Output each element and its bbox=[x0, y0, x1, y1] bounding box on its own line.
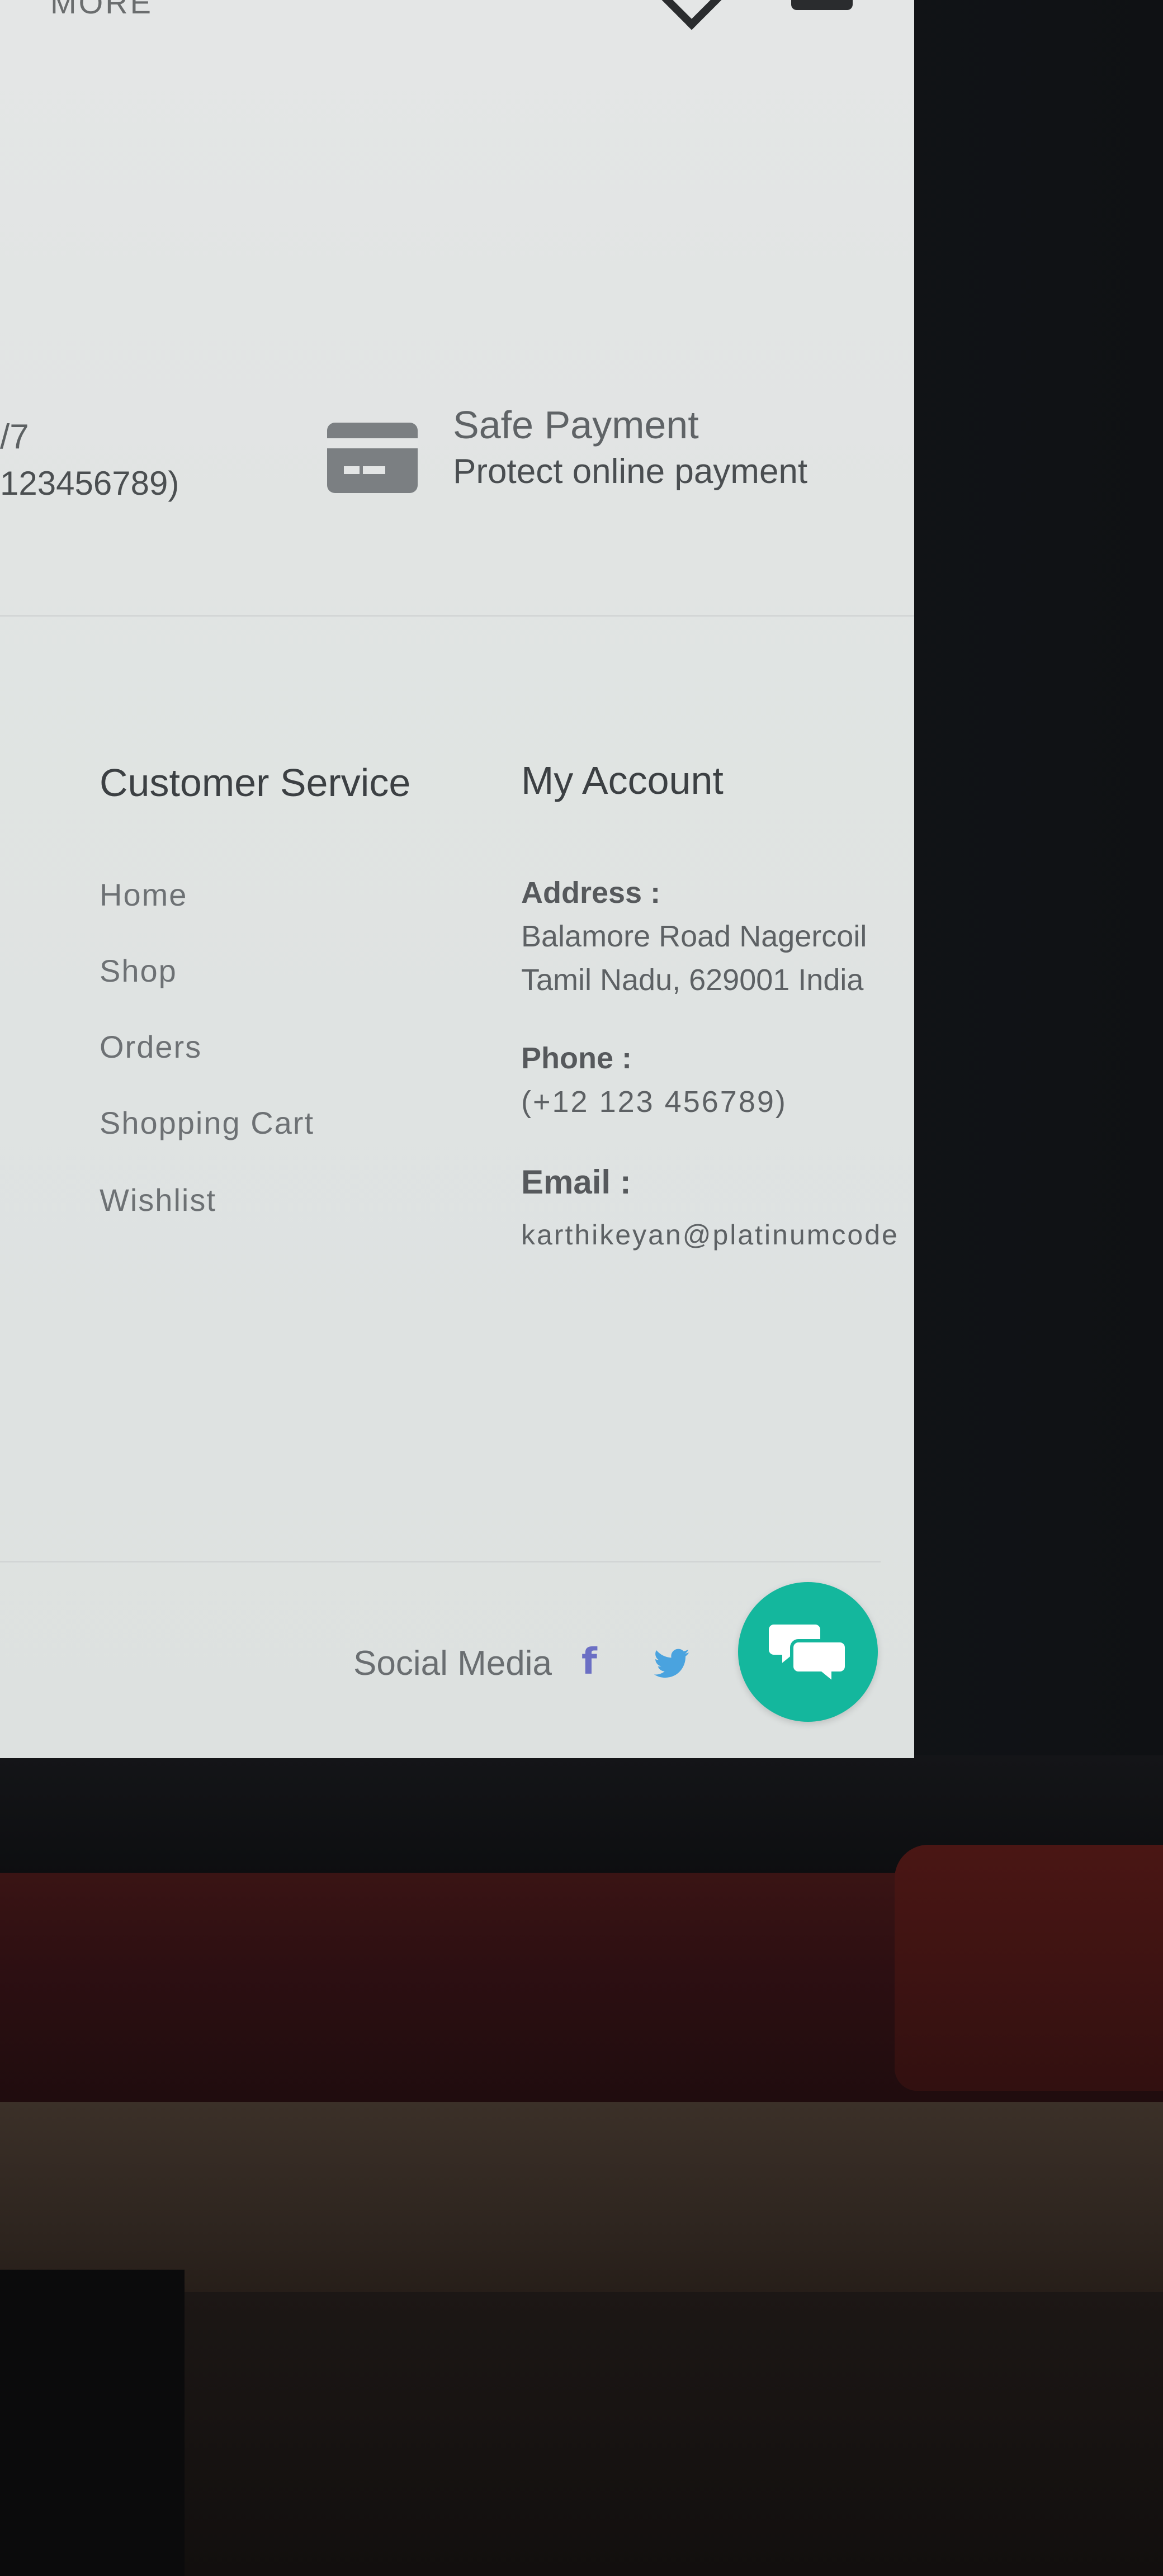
credit-card-icon bbox=[327, 423, 418, 493]
safe-payment-subtitle: Protect online payment bbox=[453, 452, 808, 491]
address-label: Address : bbox=[521, 876, 661, 910]
floor-shadow bbox=[0, 2270, 185, 2576]
chat-icon bbox=[766, 1621, 848, 1687]
email-label: Email : bbox=[521, 1163, 631, 1201]
social-media-label: Social Media bbox=[353, 1644, 552, 1683]
feature-support-title: /7 bbox=[0, 418, 29, 456]
footer-link-orders[interactable]: Orders bbox=[100, 1029, 202, 1065]
footer-link-shop[interactable]: Shop bbox=[100, 953, 177, 989]
address-line2: Tamil Nadu, 629001 India bbox=[521, 963, 864, 997]
facebook-icon[interactable]: f bbox=[582, 1642, 604, 1682]
my-account-heading: My Account bbox=[521, 759, 724, 802]
footer-link-wishlist[interactable]: Wishlist bbox=[100, 1182, 216, 1218]
red-cover-edge bbox=[895, 1845, 1163, 2091]
footer-link-home[interactable]: Home bbox=[100, 877, 187, 913]
feature-support-subtitle: 123456789) bbox=[0, 465, 179, 502]
footer-link-shopping-cart[interactable]: Shopping Cart bbox=[100, 1105, 314, 1141]
twitter-icon[interactable] bbox=[654, 1648, 690, 1679]
phone-value[interactable]: (+12 123 456789) bbox=[521, 1085, 787, 1119]
address-line1: Balamore Road Nagercoil bbox=[521, 920, 867, 953]
screen: MORE /7 123456789) Safe Payment Protect … bbox=[0, 0, 914, 1758]
email-value[interactable]: karthikeyan@platinumcode bbox=[521, 1219, 899, 1251]
footer-divider bbox=[0, 1561, 881, 1562]
chat-button[interactable] bbox=[738, 1582, 878, 1722]
customer-service-heading: Customer Service bbox=[100, 761, 411, 804]
phone-label: Phone : bbox=[521, 1041, 632, 1075]
safe-payment-title: Safe Payment bbox=[453, 403, 699, 447]
features-strip: /7 123456789) Safe Payment Protect onlin… bbox=[0, 0, 914, 617]
